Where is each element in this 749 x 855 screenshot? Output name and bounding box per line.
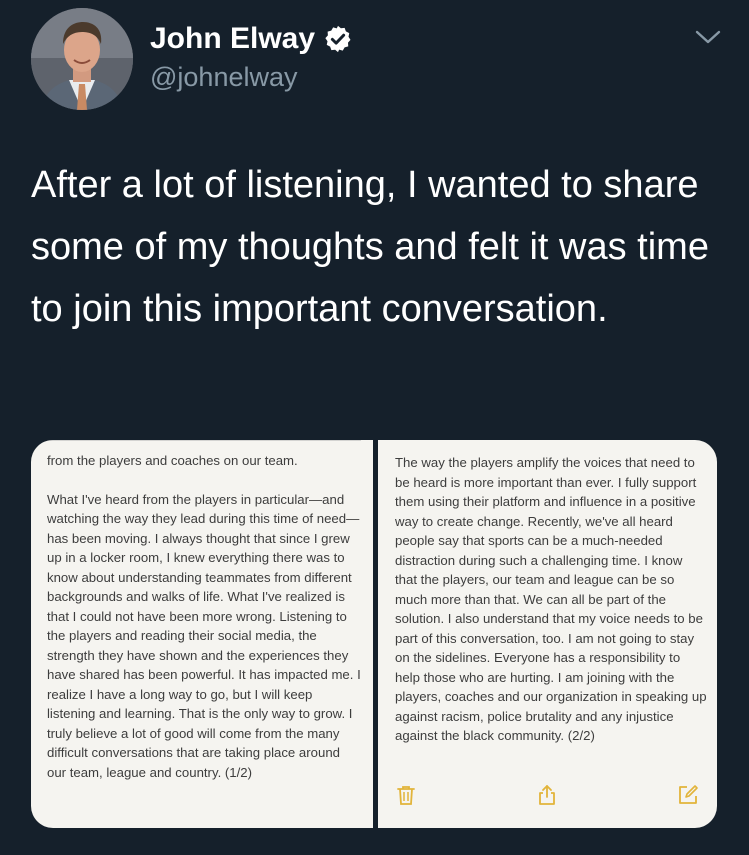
compose-icon[interactable] [677,784,699,806]
author-name-row[interactable]: John Elway [150,21,353,57]
avatar[interactable] [31,8,133,110]
avatar-photo [31,8,133,110]
tweet-text: After a lot of listening, I wanted to sh… [31,164,709,330]
note-left-top-line: from the players and coaches on our team… [47,453,298,468]
note-right-content: The way the players amplify the voices t… [395,453,707,746]
note-image-left[interactable]: from the players and coaches on our team… [31,440,373,828]
note-left-content: from the players and coaches on our team… [47,440,361,782]
note-left-paragraph: What I've heard from the players in part… [47,491,361,780]
chevron-down-icon[interactable] [694,26,722,48]
author-handle[interactable]: @johnelway [150,61,298,93]
note-right-paragraph: The way the players amplify the voices t… [395,455,707,743]
note-image-right[interactable]: The way the players amplify the voices t… [378,440,717,828]
author-name[interactable]: John Elway [150,21,315,57]
cut-off-text-line [47,440,361,447]
share-icon[interactable] [536,784,558,806]
verified-badge-icon [325,25,351,53]
trash-icon[interactable] [395,784,417,806]
